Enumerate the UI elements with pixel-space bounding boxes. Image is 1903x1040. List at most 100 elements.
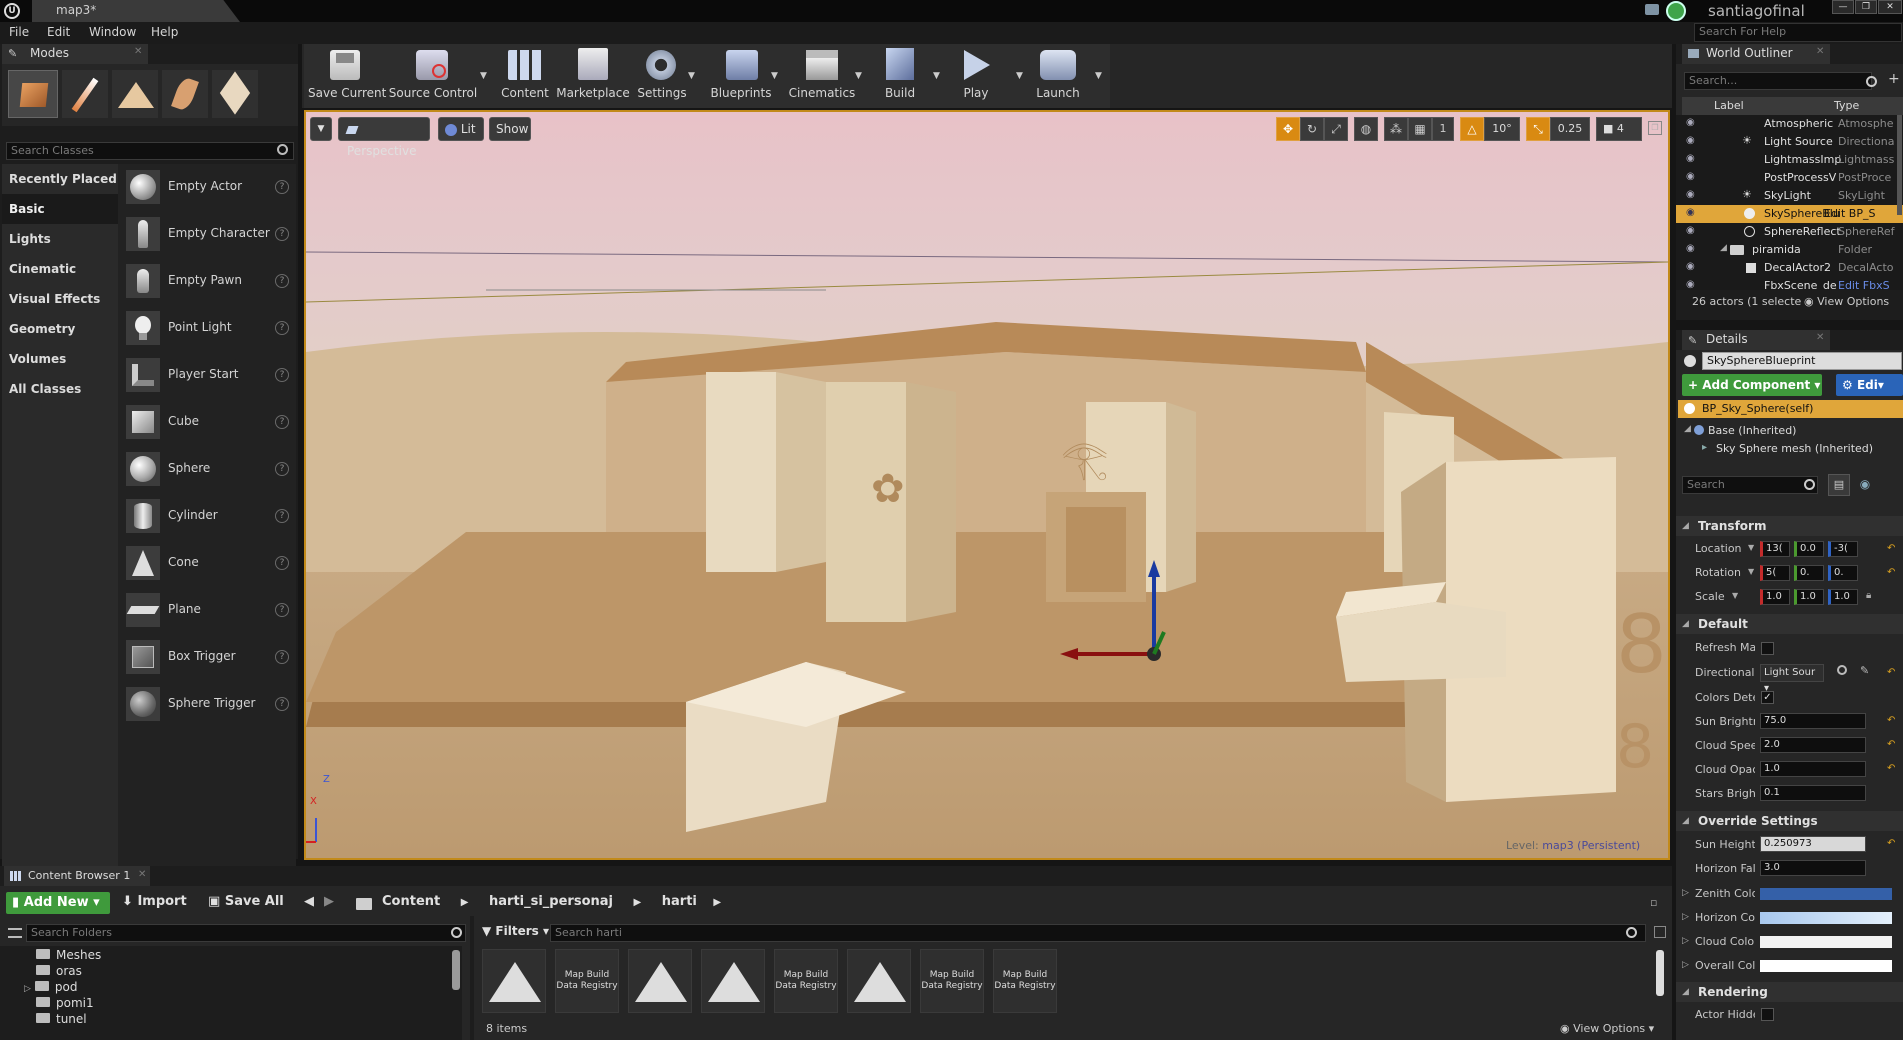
outliner-row-type[interactable]: Edit FbxS — [1838, 279, 1890, 290]
breadcrumb-separator-icon[interactable]: ▶ — [634, 897, 642, 908]
cinematics-dropdown-icon[interactable]: ▼ — [855, 71, 862, 81]
blueprints-button[interactable]: Blueprints — [706, 44, 776, 104]
world-outliner-close-icon[interactable]: ✕ — [1816, 46, 1824, 57]
visibility-eye-icon[interactable]: ◉ — [1686, 153, 1695, 164]
cloud-speed-field[interactable]: 2.0 — [1760, 737, 1866, 753]
location-y-field[interactable]: 0.0 — [1794, 541, 1824, 557]
browse-search-icon[interactable] — [1837, 665, 1847, 675]
directional-light-reset-icon[interactable]: ↶ — [1887, 667, 1895, 678]
zenith-color-swatch[interactable] — [1760, 888, 1892, 900]
content-browser-tab[interactable]: Content Browser 1 ✕ — [4, 866, 150, 886]
forward-button[interactable]: ▶ — [324, 894, 334, 909]
notification-icon[interactable] — [1645, 4, 1659, 15]
launch-dropdown-icon[interactable]: ▼ — [1095, 71, 1102, 81]
menu-help[interactable]: Help — [151, 25, 178, 39]
help-icon[interactable]: ? — [275, 697, 289, 711]
asset-scrollbar[interactable] — [1656, 950, 1664, 996]
save-search-icon[interactable] — [1654, 926, 1666, 938]
breadcrumb-separator-icon[interactable]: ▶ — [713, 897, 721, 908]
asset-tile-map-build-data-registry[interactable]: Map Build Data Registry — [774, 949, 838, 1013]
refresh-material-checkbox[interactable] — [1761, 642, 1774, 655]
asset-tile-map[interactable] — [701, 949, 765, 1013]
horizon-color-swatch[interactable] — [1760, 912, 1892, 924]
outliner-row[interactable]: ◉ FbxScene_de Edit FbxS — [1676, 277, 1903, 290]
expand-arrow-icon[interactable]: ▷ — [1682, 888, 1689, 898]
asset-tile-map[interactable] — [847, 949, 911, 1013]
folder-item[interactable]: oras — [36, 964, 82, 978]
rotation-reset-icon[interactable]: ↶ — [1887, 567, 1895, 578]
save-current-button[interactable]: Save Current — [308, 44, 386, 104]
outliner-row[interactable]: ◉ LightmassImp Lightmass — [1676, 151, 1903, 169]
colors-determined-checkbox[interactable]: ✓ — [1761, 691, 1774, 704]
directional-light-dropdown[interactable]: Light Sour ▾ — [1760, 664, 1824, 694]
property-matrix-button[interactable]: ▤ — [1828, 474, 1850, 496]
rendering-section-header[interactable]: ◢ Rendering — [1676, 982, 1903, 1002]
sun-height-reset-icon[interactable]: ↶ — [1887, 838, 1895, 849]
source-control-dropdown-icon[interactable]: ▼ — [480, 71, 487, 81]
outliner-col-label[interactable]: Label — [1714, 99, 1744, 112]
help-icon[interactable]: ? — [275, 603, 289, 617]
folder-item[interactable]: pomi1 — [36, 996, 94, 1010]
scale-dropdown-icon[interactable]: ▼ — [1732, 591, 1738, 600]
launch-button[interactable]: Launch — [1030, 44, 1086, 104]
rotation-dropdown-icon[interactable]: ▼ — [1748, 567, 1754, 576]
transform-section-header[interactable]: ◢ Transform — [1676, 516, 1903, 536]
visibility-eye-icon[interactable]: ◉ — [1686, 135, 1695, 146]
class-item-plane[interactable]: Plane ? — [118, 587, 296, 634]
content-button[interactable]: Content — [492, 44, 558, 104]
breadcrumb-harti[interactable]: harti — [662, 894, 697, 909]
rotation-label[interactable]: Rotation — [1695, 566, 1755, 579]
scale-label[interactable]: Scale — [1695, 590, 1755, 603]
outliner-row[interactable]: ◉ DecalActor2 DecalActo — [1676, 259, 1903, 277]
visibility-eye-icon[interactable]: ◉ — [1686, 171, 1695, 182]
build-dropdown-icon[interactable]: ▼ — [933, 71, 940, 81]
menu-edit[interactable]: Edit — [47, 25, 70, 39]
location-x-field[interactable]: 13( — [1760, 541, 1790, 557]
outliner-row[interactable]: ◉ ☀ SkyLight SkyLight — [1676, 187, 1903, 205]
menu-window[interactable]: Window — [89, 25, 136, 39]
asset-tile-map-build-data-registry[interactable]: Map Build Data Registry — [555, 949, 619, 1013]
sun-brightness-field[interactable]: 75.0 — [1760, 713, 1866, 729]
visibility-eye-icon[interactable]: ◉ — [1686, 207, 1695, 218]
outliner-row-type[interactable]: Edit BP_S — [1824, 207, 1875, 220]
help-icon[interactable]: ? — [275, 274, 289, 288]
content-browser-close-icon[interactable]: ✕ — [138, 869, 146, 880]
cloud-color-swatch[interactable] — [1760, 936, 1892, 948]
rotation-snap-value[interactable]: 10° — [1484, 117, 1520, 141]
class-item-point-light[interactable]: Point Light ? — [118, 305, 296, 352]
build-button[interactable]: Build — [872, 44, 928, 104]
visibility-eye-icon[interactable]: ◉ — [1686, 189, 1695, 200]
default-section-header[interactable]: ◢ Default — [1676, 614, 1903, 634]
marketplace-button[interactable]: Marketplace — [556, 44, 630, 104]
view-mode-lit-button[interactable]: Lit — [438, 117, 484, 141]
world-space-button[interactable]: ◍ — [1354, 117, 1378, 141]
search-folders-input[interactable]: Search Folders — [26, 924, 466, 942]
folders-menu-icon[interactable] — [8, 928, 22, 938]
expand-arrow-icon[interactable]: ◢ — [1720, 243, 1727, 253]
visibility-eye-icon[interactable]: ◉ — [1686, 243, 1695, 254]
object-name-input[interactable]: SkySphereBlueprint — [1702, 352, 1902, 370]
settings-dropdown-icon[interactable]: ▼ — [688, 71, 695, 81]
override-settings-section-header[interactable]: ◢ Override Settings — [1676, 811, 1903, 831]
scale-mode-button[interactable]: ⤢ — [1324, 117, 1348, 141]
visibility-eye-icon[interactable]: ◉ — [1686, 279, 1695, 290]
class-item-box-trigger[interactable]: Box Trigger ? — [118, 634, 296, 681]
minimize-button[interactable]: — — [1832, 0, 1854, 14]
world-outliner-tab[interactable]: World Outliner ✕ — [1682, 44, 1830, 64]
help-icon[interactable]: ? — [275, 368, 289, 382]
class-item-cone[interactable]: Cone ? — [118, 540, 296, 587]
class-item-cylinder[interactable]: Cylinder ? — [118, 493, 296, 540]
source-control-status-icon[interactable] — [1666, 1, 1686, 21]
location-reset-icon[interactable]: ↶ — [1887, 543, 1895, 554]
outliner-view-options-button[interactable]: ◉ View Options — [1804, 295, 1889, 308]
grid-snap-button[interactable]: ▦ — [1408, 117, 1432, 141]
grid-size-button[interactable]: 1 — [1432, 117, 1454, 141]
location-z-field[interactable]: -3( — [1828, 541, 1858, 557]
category-lights[interactable]: Lights — [2, 224, 118, 254]
component-mesh-row[interactable]: ▸ Sky Sphere mesh (Inherited) — [1678, 440, 1903, 458]
scale-y-field[interactable]: 1.0 — [1794, 589, 1824, 605]
class-item-empty-character[interactable]: Empty Character ? — [118, 211, 296, 258]
category-visual-effects[interactable]: Visual Effects — [2, 284, 118, 314]
foliage-mode-button[interactable] — [162, 70, 208, 118]
expand-arrow-icon[interactable]: ▷ — [1682, 960, 1689, 970]
